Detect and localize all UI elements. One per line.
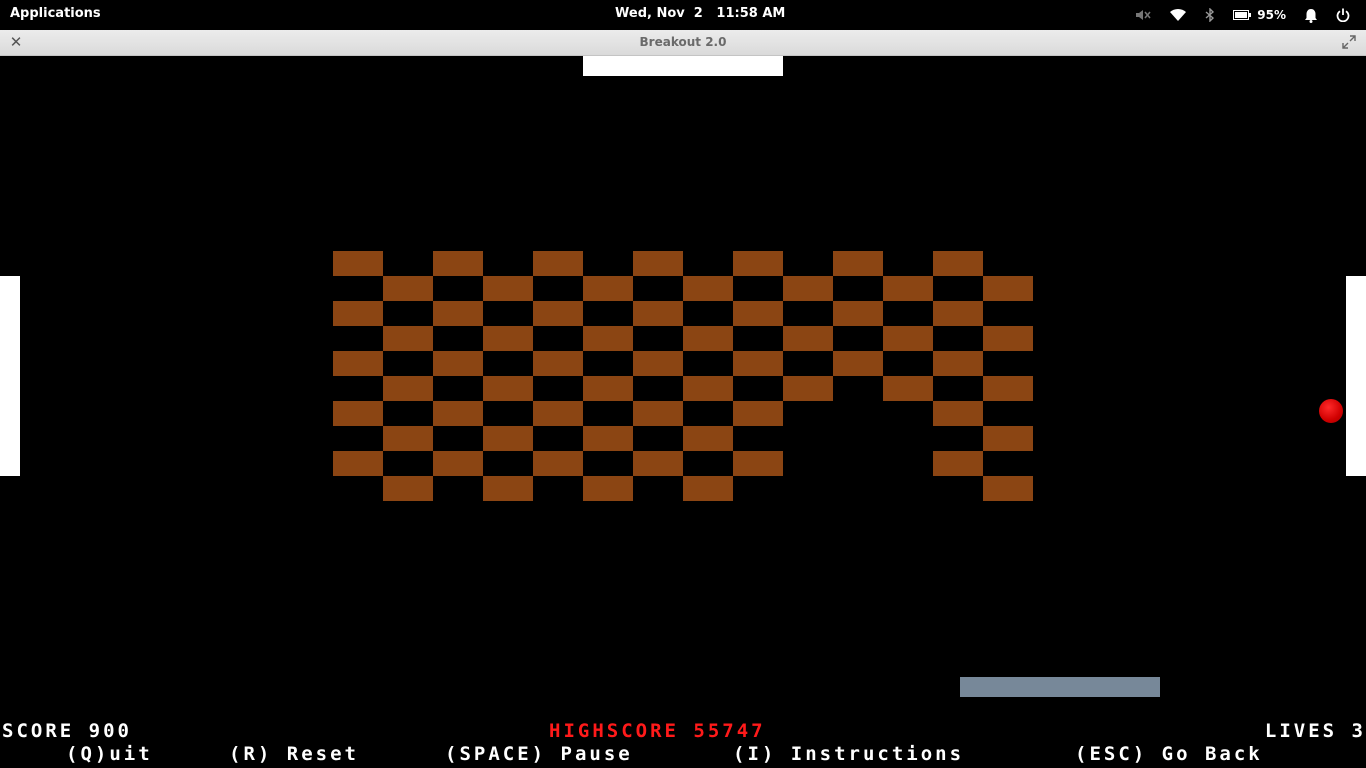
brick (633, 251, 683, 276)
brick (733, 301, 783, 326)
top-paddle (583, 56, 783, 76)
brick (583, 426, 633, 451)
brick (533, 301, 583, 326)
brick (683, 426, 733, 451)
brick (633, 301, 683, 326)
window-titlebar: ✕ Breakout 2.0 (0, 30, 1366, 56)
brick (433, 351, 483, 376)
right-paddle (1346, 276, 1366, 476)
brick (733, 451, 783, 476)
brick (433, 451, 483, 476)
brick (683, 476, 733, 501)
brick (383, 426, 433, 451)
brick (533, 401, 583, 426)
quit-hint[interactable]: (Q)uit (66, 743, 153, 765)
brick (733, 401, 783, 426)
brick (983, 276, 1033, 301)
maximize-icon[interactable] (1342, 34, 1358, 50)
brick (433, 401, 483, 426)
brick (333, 451, 383, 476)
player-paddle[interactable] (960, 677, 1160, 697)
brick (683, 326, 733, 351)
brick (783, 326, 833, 351)
brick (583, 376, 633, 401)
brick (383, 376, 433, 401)
ball (1319, 399, 1343, 423)
brick (883, 326, 933, 351)
volume-muted-icon[interactable] (1135, 0, 1151, 30)
brick (983, 376, 1033, 401)
brick (583, 476, 633, 501)
brick (783, 376, 833, 401)
brick (333, 251, 383, 276)
brick (433, 301, 483, 326)
brick (633, 401, 683, 426)
brick (333, 401, 383, 426)
reset-hint[interactable]: (R) Reset (229, 743, 359, 765)
brick (433, 251, 483, 276)
brick (333, 301, 383, 326)
brick (883, 276, 933, 301)
brick (833, 251, 883, 276)
power-icon[interactable] (1336, 0, 1350, 30)
brick (883, 376, 933, 401)
bluetooth-icon[interactable] (1205, 0, 1215, 30)
brick (833, 351, 883, 376)
battery-icon (1233, 10, 1252, 20)
brick (633, 351, 683, 376)
bell-icon[interactable] (1304, 0, 1318, 30)
brick (383, 276, 433, 301)
brick (933, 351, 983, 376)
brick (333, 351, 383, 376)
brick (483, 376, 533, 401)
brick (733, 351, 783, 376)
go-back-hint[interactable]: (ESC) Go Back (1075, 743, 1263, 765)
brick (683, 376, 733, 401)
brick (583, 276, 633, 301)
brick (483, 476, 533, 501)
controls-legend: (Q)uit (R) Reset (SPACE) Pause (I) Instr… (0, 743, 1366, 765)
applications-menu[interactable]: Applications (10, 6, 101, 21)
brick (633, 451, 683, 476)
system-top-bar: Applications Wed, Nov 2 11:58 AM 95% (0, 0, 1366, 30)
battery-status[interactable]: 95% (1233, 0, 1286, 30)
brick (533, 251, 583, 276)
brick (533, 351, 583, 376)
instructions-hint[interactable]: (I) Instructions (733, 743, 964, 765)
brick (483, 276, 533, 301)
brick (933, 301, 983, 326)
game-canvas[interactable]: SCORE 900 HIGHSCORE 55747 LIVES 3 (Q)uit… (0, 56, 1366, 768)
system-tray: 95% (1135, 0, 1366, 30)
lives-display: LIVES 3 (1264, 720, 1366, 742)
clock[interactable]: Wed, Nov 2 11:58 AM (615, 6, 785, 21)
brick (383, 476, 433, 501)
brick (533, 451, 583, 476)
brick (933, 251, 983, 276)
brick (483, 326, 533, 351)
brick (683, 276, 733, 301)
score-display: SCORE 900 (2, 720, 132, 742)
brick (983, 326, 1033, 351)
brick (983, 476, 1033, 501)
brick (733, 251, 783, 276)
highscore-display: HIGHSCORE 55747 (549, 720, 766, 742)
window-title: Breakout 2.0 (639, 35, 727, 49)
brick (783, 276, 833, 301)
brick (383, 326, 433, 351)
brick (583, 326, 633, 351)
left-paddle (0, 276, 20, 476)
battery-percent: 95% (1257, 8, 1286, 22)
brick (933, 451, 983, 476)
wifi-icon[interactable] (1169, 0, 1187, 30)
brick (833, 301, 883, 326)
brick (483, 426, 533, 451)
pause-hint[interactable]: (SPACE) Pause (445, 743, 633, 765)
brick (983, 426, 1033, 451)
brick (933, 401, 983, 426)
